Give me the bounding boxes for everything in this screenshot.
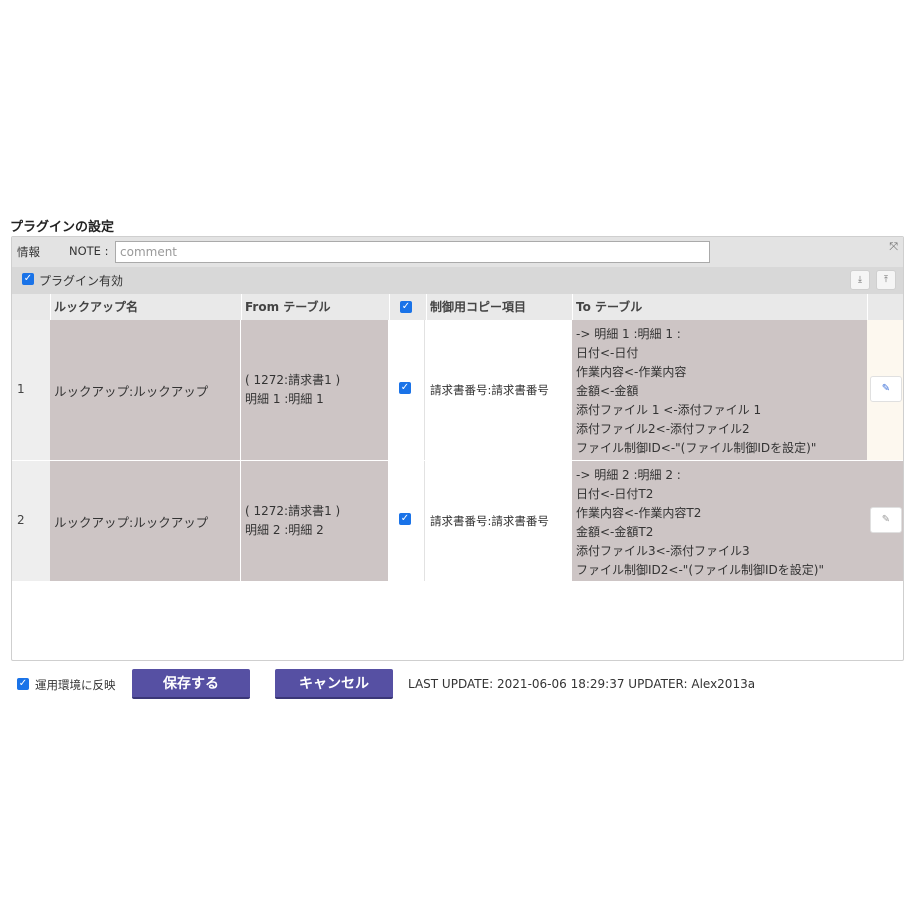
- control-copy-field: 請求書番号:請求書番号: [430, 383, 549, 397]
- deploy-checkbox[interactable]: ✓: [17, 678, 29, 690]
- lookup-name: ルックアップ:ルックアップ: [54, 515, 209, 530]
- to-table-line: 作業内容<-作業内容: [576, 365, 687, 379]
- edit-button[interactable]: ✎: [870, 507, 902, 533]
- cancel-button[interactable]: キャンセル: [275, 669, 393, 699]
- header-divider: [389, 294, 390, 320]
- info-label: 情報: [17, 245, 40, 259]
- to-table-line: -> 明細 1 :明細 1 :: [576, 327, 681, 341]
- last-update-info: LAST UPDATE: 2021-06-06 18:29:37 UPDATER…: [408, 677, 756, 691]
- control-copy-checkbox-cell: ✓: [389, 461, 425, 581]
- pencil-icon: ✎: [881, 514, 891, 525]
- edit-cell: ✎: [867, 320, 903, 460]
- control-copy-cell: 請求書番号:請求書番号: [426, 320, 572, 460]
- header-divider: [867, 294, 868, 320]
- table-row[interactable]: 2 ルックアップ:ルックアップ ( 1272:請求書1 ) 明細 2 :明細 2…: [12, 461, 903, 581]
- section-title: プラグインの設定: [10, 220, 115, 235]
- pencil-icon: ✎: [881, 383, 891, 394]
- to-table-line: 添付ファイル2<-添付ファイル2: [576, 422, 750, 436]
- from-table-app: ( 1272:請求書1 ): [245, 504, 341, 518]
- to-table-line: 添付ファイル 1 <-添付ファイル 1: [576, 403, 762, 417]
- to-table-line: -> 明細 2 :明細 2 :: [576, 468, 681, 482]
- to-table-line: ファイル制御ID<-"(ファイル制御IDを設定)": [576, 441, 817, 455]
- row-number-cell: 2: [12, 461, 50, 581]
- control-copy-field: 請求書番号:請求書番号: [430, 514, 549, 528]
- plugin-settings-panel: 情報 NOTE : ⤧ ✓ プラグイン有効 ⤓ ⤒ ルックアップ名 From テ…: [11, 236, 904, 661]
- from-table-cell: ( 1272:請求書1 ) 明細 2 :明細 2: [241, 461, 388, 581]
- row-checkbox[interactable]: ✓: [399, 382, 411, 394]
- note-label: NOTE :: [69, 244, 109, 258]
- arrow-up-icon: ⤒: [884, 275, 888, 285]
- deploy-label: 運用環境に反映: [35, 678, 116, 692]
- header-divider: [50, 294, 51, 320]
- edit-button[interactable]: ✎: [870, 376, 902, 402]
- arrow-down-icon: ⤓: [858, 275, 862, 285]
- header-from-table: From テーブル: [245, 300, 331, 314]
- to-table-line: 日付<-日付T2: [576, 487, 654, 501]
- header-checkbox[interactable]: ✓: [400, 301, 412, 313]
- expand-icon[interactable]: ⤧: [889, 240, 898, 254]
- control-copy-checkbox-cell: ✓: [389, 320, 425, 460]
- lookup-name: ルックアップ:ルックアップ: [54, 384, 209, 399]
- header-to-table: To テーブル: [576, 300, 643, 314]
- table-row[interactable]: 1 ルックアップ:ルックアップ ( 1272:請求書1 ) 明細 1 :明細 1…: [12, 320, 903, 460]
- note-input[interactable]: [115, 241, 710, 263]
- footer-bar: ✓ 運用環境に反映 保存する キャンセル LAST UPDATE: 2021-0…: [0, 668, 920, 702]
- from-table-cell: ( 1272:請求書1 ) 明細 1 :明細 1: [241, 320, 388, 460]
- plugin-enabled-label: プラグイン有効: [39, 274, 124, 288]
- control-copy-cell: 請求書番号:請求書番号: [426, 461, 572, 581]
- move-bottom-button[interactable]: ⤓: [850, 270, 870, 290]
- from-table-subtable: 明細 2 :明細 2: [245, 523, 324, 537]
- move-top-button[interactable]: ⤒: [876, 270, 896, 290]
- row-number: 2: [17, 513, 25, 527]
- edit-cell: ✎: [867, 461, 903, 581]
- from-table-subtable: 明細 1 :明細 1: [245, 392, 324, 406]
- header-lookup-name: ルックアップ名: [54, 300, 139, 314]
- table-header: ルックアップ名 From テーブル ✓ 制御用コピー項目 To テーブル: [12, 294, 903, 320]
- header-divider: [572, 294, 573, 320]
- save-button[interactable]: 保存する: [132, 669, 250, 699]
- to-table-line: ファイル制御ID2<-"(ファイル制御IDを設定)": [576, 563, 824, 577]
- header-divider: [426, 294, 427, 320]
- from-table-app: ( 1272:請求書1 ): [245, 373, 341, 387]
- row-number: 1: [17, 382, 25, 396]
- plugin-enabled-row: ✓ プラグイン有効 ⤓ ⤒: [12, 267, 903, 294]
- to-table-line: 日付<-日付: [576, 346, 639, 360]
- info-row: 情報 NOTE : ⤧: [12, 237, 903, 267]
- to-table-line: 金額<-金額: [576, 384, 639, 398]
- to-table-line: 金額<-金額T2: [576, 525, 654, 539]
- header-divider: [241, 294, 242, 320]
- to-table-line: 添付ファイル3<-添付ファイル3: [576, 544, 750, 558]
- to-table-line: 作業内容<-作業内容T2: [576, 506, 702, 520]
- header-control-copy: 制御用コピー項目: [430, 300, 527, 314]
- row-number-cell: 1: [12, 320, 50, 460]
- to-table-cell: -> 明細 2 :明細 2 : 日付<-日付T2 作業内容<-作業内容T2 金額…: [572, 461, 867, 581]
- lookup-name-cell: ルックアップ:ルックアップ: [50, 461, 240, 581]
- row-checkbox[interactable]: ✓: [399, 513, 411, 525]
- to-table-cell: -> 明細 1 :明細 1 : 日付<-日付 作業内容<-作業内容 金額<-金額…: [572, 320, 867, 460]
- lookup-name-cell: ルックアップ:ルックアップ: [50, 320, 240, 460]
- plugin-enabled-checkbox[interactable]: ✓: [22, 273, 34, 285]
